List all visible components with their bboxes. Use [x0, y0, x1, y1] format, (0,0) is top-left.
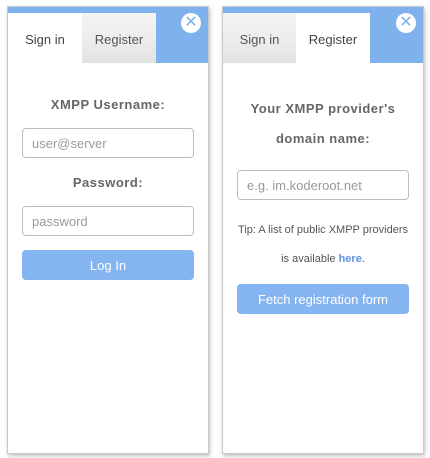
register-panel: Sign in Register ✕ Your XMPP provider's … — [222, 6, 424, 454]
providers-tip: Tip: A list of public XMPP providers is … — [237, 216, 409, 274]
login-button[interactable]: Log In — [22, 250, 194, 280]
tip-text: Tip: A list of public XMPP providers is … — [238, 224, 408, 265]
username-input[interactable] — [22, 128, 194, 158]
domain-input[interactable] — [237, 170, 409, 200]
tab-sign-in[interactable]: Sign in — [8, 13, 82, 63]
tab-bar: Sign in Register ✕ — [8, 7, 208, 63]
close-icon[interactable]: ✕ — [181, 13, 201, 33]
close-icon[interactable]: ✕ — [396, 13, 416, 33]
password-label: Password: — [72, 175, 144, 190]
tab-sign-in[interactable]: Sign in — [223, 13, 296, 63]
register-form: Your XMPP provider's domain name: Tip: A… — [223, 94, 423, 314]
tip-end: . — [361, 253, 365, 265]
tab-register[interactable]: Register — [296, 13, 370, 63]
password-input[interactable] — [22, 206, 194, 236]
login-panel: Sign in Register ✕ XMPP Username: Passwo… — [7, 6, 209, 454]
tab-register[interactable]: Register — [82, 13, 156, 63]
login-form: XMPP Username: Password: Log In — [8, 97, 208, 280]
fetch-registration-button[interactable]: Fetch registration form — [237, 284, 409, 314]
providers-link[interactable]: here — [339, 253, 362, 265]
screen: Sign in Register ✕ XMPP Username: Passwo… — [0, 0, 430, 458]
domain-label: Your XMPP provider's domain name: — [250, 101, 396, 146]
tab-bar: Sign in Register ✕ — [223, 7, 423, 63]
username-label: XMPP Username: — [50, 97, 166, 112]
